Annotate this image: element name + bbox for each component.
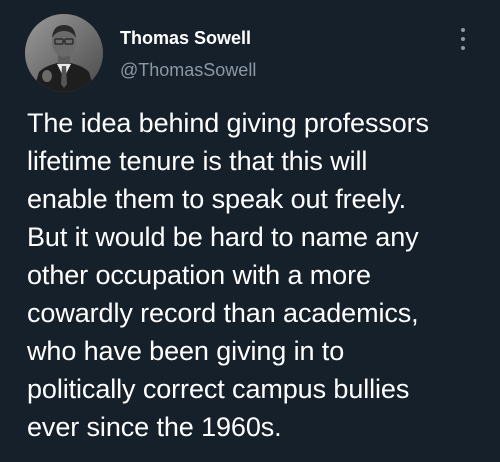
avatar[interactable]: [25, 14, 103, 92]
more-dot: [461, 28, 465, 32]
tweet-text: The idea behind giving professors lifeti…: [27, 108, 429, 442]
more-dot: [461, 46, 465, 50]
tweet-card: Thomas Sowell @ThomasSowell The idea beh…: [0, 0, 500, 462]
profile-photo-icon: [25, 14, 103, 92]
more-dot: [461, 37, 465, 41]
more-options-icon[interactable]: [456, 26, 470, 54]
author-handle[interactable]: @ThomasSowell: [120, 60, 256, 81]
author-display-name[interactable]: Thomas Sowell: [120, 28, 251, 49]
